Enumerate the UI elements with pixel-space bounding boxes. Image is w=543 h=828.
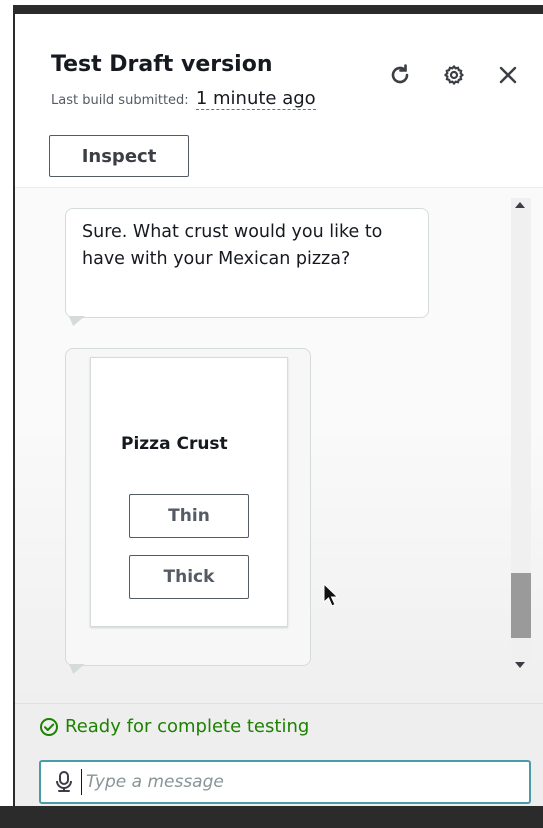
build-time-link[interactable]: 1 minute ago	[195, 88, 316, 110]
build-status-prefix: Last build submitted:	[51, 93, 189, 108]
window-bottom-bar	[0, 806, 543, 828]
bot-message-bubble: Sure. What crust would you like to have …	[65, 208, 429, 318]
card-bubble-tail	[65, 664, 85, 674]
bubble-tail	[65, 316, 85, 326]
response-card: Pizza Crust Thin Thick	[90, 357, 288, 627]
close-icon[interactable]	[495, 62, 521, 88]
microphone-icon[interactable]	[53, 770, 75, 794]
inspect-button[interactable]: Inspect	[49, 135, 189, 177]
status-text: Ready for complete testing	[65, 716, 310, 737]
test-chat-panel: Test Draft version Last build submitted:…	[13, 5, 543, 828]
chat-scrollbar[interactable]	[511, 198, 531, 680]
scroll-down-arrow-icon[interactable]	[515, 662, 525, 668]
response-card-bubble: Pizza Crust Thin Thick	[65, 348, 311, 666]
message-input-box[interactable]	[39, 760, 531, 804]
build-status-text: Last build submitted: 1 minute ago	[51, 88, 316, 110]
option-thin-button[interactable]: Thin	[129, 494, 249, 538]
test-status: Ready for complete testing	[39, 716, 309, 737]
panel-title: Test Draft version	[51, 52, 273, 77]
panel-top-edge	[15, 5, 543, 14]
check-circle-icon	[40, 717, 58, 736]
scroll-up-arrow-icon[interactable]	[515, 202, 525, 208]
message-input[interactable]	[81, 769, 529, 795]
bot-message-text: Sure. What crust would you like to have …	[82, 222, 383, 269]
refresh-icon[interactable]	[387, 62, 413, 88]
gear-icon[interactable]	[441, 62, 467, 88]
card-title: Pizza Crust	[121, 434, 228, 454]
scrollbar-thumb[interactable]	[511, 573, 531, 638]
chat-area: Sure. What crust would you like to have …	[15, 188, 543, 703]
panel-header: Test Draft version Last build submitted:…	[15, 14, 543, 188]
mouse-cursor-icon	[323, 583, 339, 607]
option-thick-button[interactable]: Thick	[129, 555, 249, 599]
